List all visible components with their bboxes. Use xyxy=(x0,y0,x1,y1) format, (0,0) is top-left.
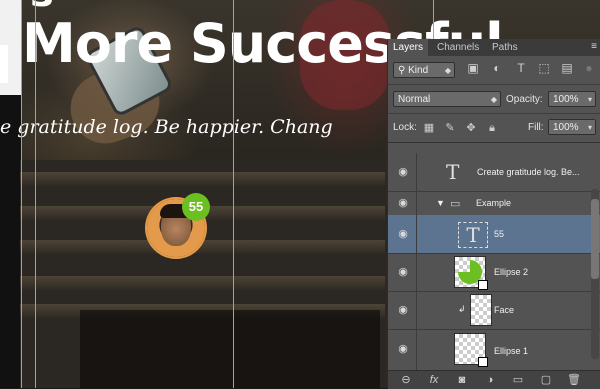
scrollbar-thumb[interactable] xyxy=(591,199,599,279)
guide-line[interactable] xyxy=(35,0,36,388)
fill-field[interactable]: 100% ▾ xyxy=(548,119,596,135)
new-group-icon[interactable]: ▭ xyxy=(510,373,526,387)
new-layer-icon[interactable]: ▢ xyxy=(538,373,554,387)
layers-panel: Layers Channels Paths ≡ ⚲ Kind ◆ ▣ ◐ T ⬚… xyxy=(387,39,600,389)
shape-filter-icon[interactable]: ⬚ xyxy=(537,61,551,75)
adjustment-layer-icon[interactable]: ◑ xyxy=(482,373,498,387)
bench-slat xyxy=(20,172,385,186)
chevron-down-icon: ▾ xyxy=(587,123,592,132)
text-layer-icon: T xyxy=(446,160,460,184)
eye-icon[interactable]: ◉ xyxy=(394,191,412,215)
layer-thumbnail xyxy=(470,294,492,326)
tab-channels[interactable]: Channels xyxy=(432,39,484,56)
layer-row[interactable]: ◉ Ellipse 1 xyxy=(388,329,600,371)
tagline-text: e gratitude log. Be happier. Chang xyxy=(0,116,333,138)
folder-icon: ▭ xyxy=(450,198,461,210)
type-filter-icon[interactable]: T xyxy=(514,61,528,75)
eye-icon[interactable]: ◉ xyxy=(394,253,412,291)
tab-paths[interactable]: Paths xyxy=(487,39,523,56)
layer-name: Ellipse 1 xyxy=(494,346,529,356)
trash-icon[interactable]: 🗑︎ xyxy=(566,373,582,387)
fill-value: 100% xyxy=(553,122,579,133)
smart-object-filter-icon[interactable]: ▤ xyxy=(560,61,574,75)
lock-transparency-icon[interactable]: ▦ xyxy=(423,122,435,134)
fx-icon[interactable]: fx xyxy=(426,373,442,387)
layer-row[interactable]: ◉ Ellipse 2 xyxy=(388,253,600,292)
eye-icon[interactable]: ◉ xyxy=(394,153,412,191)
bench-shadow xyxy=(80,310,380,388)
vector-mask-icon xyxy=(478,357,488,367)
headline-fragment-mark xyxy=(0,45,8,83)
layer-name: Ellipse 2 xyxy=(494,267,529,277)
layer-name: Create gratitude log. Be... xyxy=(477,167,580,177)
layer-row-group[interactable]: ◉ ▼ ▭ Example xyxy=(388,191,600,216)
blend-mode-select[interactable]: Normal ◆ xyxy=(393,91,501,107)
panel-bottom-bar: ⊖ fx ◙ ◑ ▭ ▢ 🗑︎ xyxy=(388,370,600,389)
opacity-value: 100% xyxy=(553,94,579,105)
text-layer-icon: T xyxy=(458,222,488,248)
layer-row[interactable]: ◉ T Create gratitude log. Be... xyxy=(388,153,600,192)
fill-label: Fill: xyxy=(528,122,544,133)
eye-icon[interactable]: ◉ xyxy=(394,329,412,370)
canvas-left-shadow xyxy=(0,95,22,388)
bench-slat xyxy=(20,276,385,290)
filter-toggle-icon[interactable]: ● xyxy=(582,61,596,75)
add-mask-icon[interactable]: ◙ xyxy=(454,373,470,387)
eye-icon[interactable]: ◉ xyxy=(394,291,412,329)
filter-kind-label: Kind xyxy=(408,65,429,76)
guide-line[interactable] xyxy=(21,0,22,388)
chevron-updown-icon: ◆ xyxy=(490,95,497,104)
panel-tabs: Layers Channels Paths ≡ xyxy=(388,39,600,56)
filter-kind-select[interactable]: ⚲ Kind ◆ xyxy=(393,62,455,78)
link-layers-icon[interactable]: ⊖ xyxy=(398,373,414,387)
lock-all-icon[interactable]: 🔒︎ xyxy=(486,122,498,134)
eye-icon[interactable]: ◉ xyxy=(394,215,412,253)
guide-line[interactable] xyxy=(233,0,234,388)
chevron-down-icon: ▾ xyxy=(587,95,592,104)
layer-row[interactable]: ◉ ↲ Face xyxy=(388,291,600,330)
layer-thumbnail xyxy=(454,256,488,290)
lock-label: Lock: xyxy=(393,122,417,133)
tab-layers[interactable]: Layers xyxy=(388,39,429,56)
opacity-field[interactable]: 100% ▾ xyxy=(548,91,596,107)
opacity-label: Opacity: xyxy=(506,94,543,105)
chevron-updown-icon: ◆ xyxy=(444,66,451,75)
lock-pixels-icon[interactable]: ✎ xyxy=(444,122,456,134)
group-toggle-icon[interactable]: ▼ xyxy=(436,198,445,208)
panel-menu-icon[interactable]: ≡ xyxy=(591,41,597,52)
blend-mode-value: Normal xyxy=(398,94,431,105)
vector-mask-icon xyxy=(478,280,488,290)
clipping-arrow-icon: ↲ xyxy=(458,304,466,314)
search-icon: ⚲ xyxy=(398,65,409,76)
layer-name: Face xyxy=(494,305,515,315)
bench-slat xyxy=(20,240,385,254)
pixel-filter-icon[interactable]: ▣ xyxy=(466,61,480,75)
layer-name: 55 xyxy=(494,229,505,239)
layer-name: Example xyxy=(476,198,512,208)
lock-position-icon[interactable]: ✥ xyxy=(465,122,477,134)
adjustment-filter-icon[interactable]: ◐ xyxy=(490,61,504,75)
count-badge: 55 xyxy=(182,193,210,221)
layer-thumbnail xyxy=(454,333,488,367)
layer-row-selected[interactable]: ◉ T 55 xyxy=(388,215,600,254)
